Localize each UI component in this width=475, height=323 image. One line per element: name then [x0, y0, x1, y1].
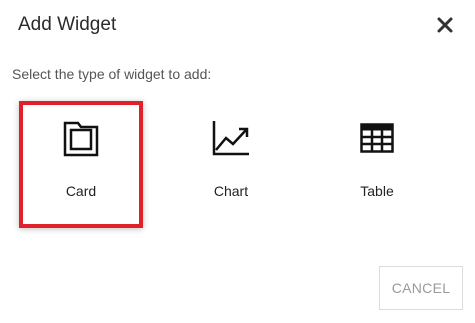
widget-option-card-label: Card — [65, 183, 97, 199]
widget-option-table[interactable]: Table — [315, 101, 439, 228]
folder-icon — [63, 121, 99, 157]
add-widget-dialog: Add Widget Select the type of widget to … — [0, 0, 475, 323]
table-icon — [360, 123, 394, 153]
widget-option-table-label: Table — [360, 183, 394, 199]
close-icon — [437, 17, 453, 33]
close-button[interactable] — [436, 16, 454, 34]
widget-option-chart-label: Chart — [213, 183, 249, 199]
dialog-title: Add Widget — [18, 14, 117, 35]
widget-option-chart[interactable]: Chart — [169, 101, 293, 228]
cancel-button[interactable]: CANCEL — [379, 266, 463, 310]
widget-option-card[interactable]: Card — [19, 101, 143, 228]
widget-type-prompt: Select the type of widget to add: — [12, 66, 212, 82]
line-chart-icon — [212, 121, 249, 156]
